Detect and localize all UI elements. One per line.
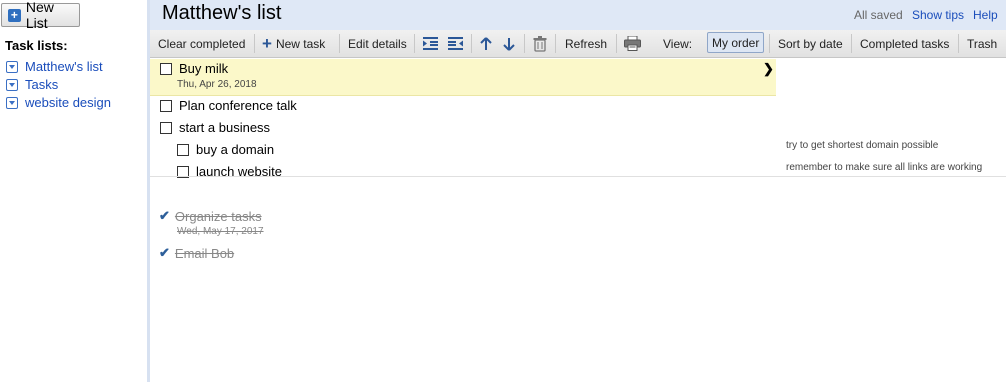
checkmark-icon[interactable]: ✔ xyxy=(159,208,170,224)
outdent-icon xyxy=(448,37,463,50)
completed-task-row[interactable]: ✔ Organize tasks xyxy=(159,208,262,224)
toolbar-divider xyxy=(616,34,617,53)
toolbar: Clear completed + New task Edit details … xyxy=(150,30,1006,58)
sidebar-item-label: Matthew's list xyxy=(25,59,103,74)
new-task-button[interactable]: + New task xyxy=(262,30,325,57)
task-note: remember to make sure all links are work… xyxy=(786,162,983,173)
chevron-right-icon[interactable]: ❯ xyxy=(763,61,774,77)
toolbar-divider xyxy=(851,34,852,53)
move-down-button[interactable] xyxy=(503,30,515,57)
new-task-label: New task xyxy=(275,36,326,51)
trash-icon xyxy=(533,35,547,52)
row-divider xyxy=(150,176,1006,177)
clear-completed-button[interactable]: Clear completed xyxy=(158,30,245,57)
save-status: All saved xyxy=(854,8,903,22)
plus-icon: + xyxy=(8,8,21,22)
task-checkbox[interactable] xyxy=(160,62,172,75)
delete-button[interactable] xyxy=(533,30,547,57)
task-due-date: Thu, Apr 26, 2018 xyxy=(177,79,257,90)
tasks-app: + New List Task lists: Matthew's list Ta… xyxy=(0,0,1006,382)
indent-icon xyxy=(423,37,438,50)
printer-icon xyxy=(624,36,641,51)
task-title[interactable]: start a business xyxy=(179,120,270,135)
task-title[interactable]: Organize tasks xyxy=(175,209,262,224)
sidebar-item-tasks[interactable]: Tasks xyxy=(6,77,58,92)
toolbar-divider xyxy=(254,34,255,53)
sidebar-item-label: Tasks xyxy=(25,77,59,92)
task-title[interactable]: Email Bob xyxy=(175,246,234,261)
edit-details-button[interactable]: Edit details xyxy=(348,30,407,57)
header: Matthew's list All saved Show tips Help xyxy=(150,0,1006,30)
task-lists-heading: Task lists: xyxy=(5,38,68,53)
task-row[interactable]: Plan conference talk xyxy=(160,98,297,113)
new-list-label: New List xyxy=(25,0,54,31)
toolbar-divider xyxy=(414,34,415,53)
checkmark-icon[interactable]: ✔ xyxy=(159,245,170,261)
toolbar-divider xyxy=(958,34,959,53)
task-title[interactable]: Buy milk xyxy=(179,61,228,76)
my-order-view-button[interactable]: My order xyxy=(707,32,765,53)
indent-button[interactable] xyxy=(423,30,438,57)
sidebar-item-website-design[interactable]: website design xyxy=(6,95,111,110)
page-title: Matthew's list xyxy=(162,2,282,24)
toolbar-divider xyxy=(471,34,472,53)
dropdown-icon[interactable] xyxy=(6,78,18,91)
arrow-up-icon xyxy=(480,36,492,50)
view-label: View: xyxy=(663,36,693,51)
completed-task-row[interactable]: ✔ Email Bob xyxy=(159,245,234,261)
toolbar-divider xyxy=(769,34,770,53)
move-up-button[interactable] xyxy=(480,30,492,57)
task-checkbox[interactable] xyxy=(160,121,172,134)
print-button[interactable] xyxy=(624,30,641,57)
task-row[interactable]: Buy milk xyxy=(160,61,228,76)
toolbar-divider xyxy=(524,34,525,53)
help-link[interactable]: Help xyxy=(973,8,998,22)
show-tips-link[interactable]: Show tips xyxy=(912,8,964,22)
dropdown-icon[interactable] xyxy=(6,60,18,73)
toolbar-divider xyxy=(339,34,340,53)
sidebar-item-label: website design xyxy=(25,95,111,110)
completed-tasks-button[interactable]: Completed tasks xyxy=(860,30,949,57)
toolbar-divider xyxy=(555,34,556,53)
task-due-date: Wed, May 17, 2017 xyxy=(177,226,264,237)
plus-icon: + xyxy=(262,34,272,53)
task-title[interactable]: buy a domain xyxy=(196,142,274,157)
task-checkbox[interactable] xyxy=(177,143,189,156)
subtask-row[interactable]: buy a domain xyxy=(177,142,274,157)
task-row[interactable]: start a business xyxy=(160,120,270,135)
dropdown-icon[interactable] xyxy=(6,96,18,109)
new-list-button[interactable]: + New List xyxy=(1,0,80,31)
sidebar-item-matthews-list[interactable]: Matthew's list xyxy=(6,59,103,74)
task-title[interactable]: Plan conference talk xyxy=(179,98,297,113)
outdent-button[interactable] xyxy=(448,30,463,57)
sort-by-date-button[interactable]: Sort by date xyxy=(778,30,843,57)
trash-view-button[interactable]: Trash xyxy=(967,30,997,57)
task-note: try to get shortest domain possible xyxy=(786,140,939,151)
task-list: ❯ Buy milk Thu, Apr 26, 2018 Plan confer… xyxy=(150,58,1006,382)
arrow-down-icon xyxy=(503,37,515,51)
selected-task-highlight xyxy=(150,59,776,96)
sidebar: + New List Task lists: Matthew's list Ta… xyxy=(0,0,147,382)
task-checkbox[interactable] xyxy=(160,99,172,112)
refresh-button[interactable]: Refresh xyxy=(565,30,607,57)
